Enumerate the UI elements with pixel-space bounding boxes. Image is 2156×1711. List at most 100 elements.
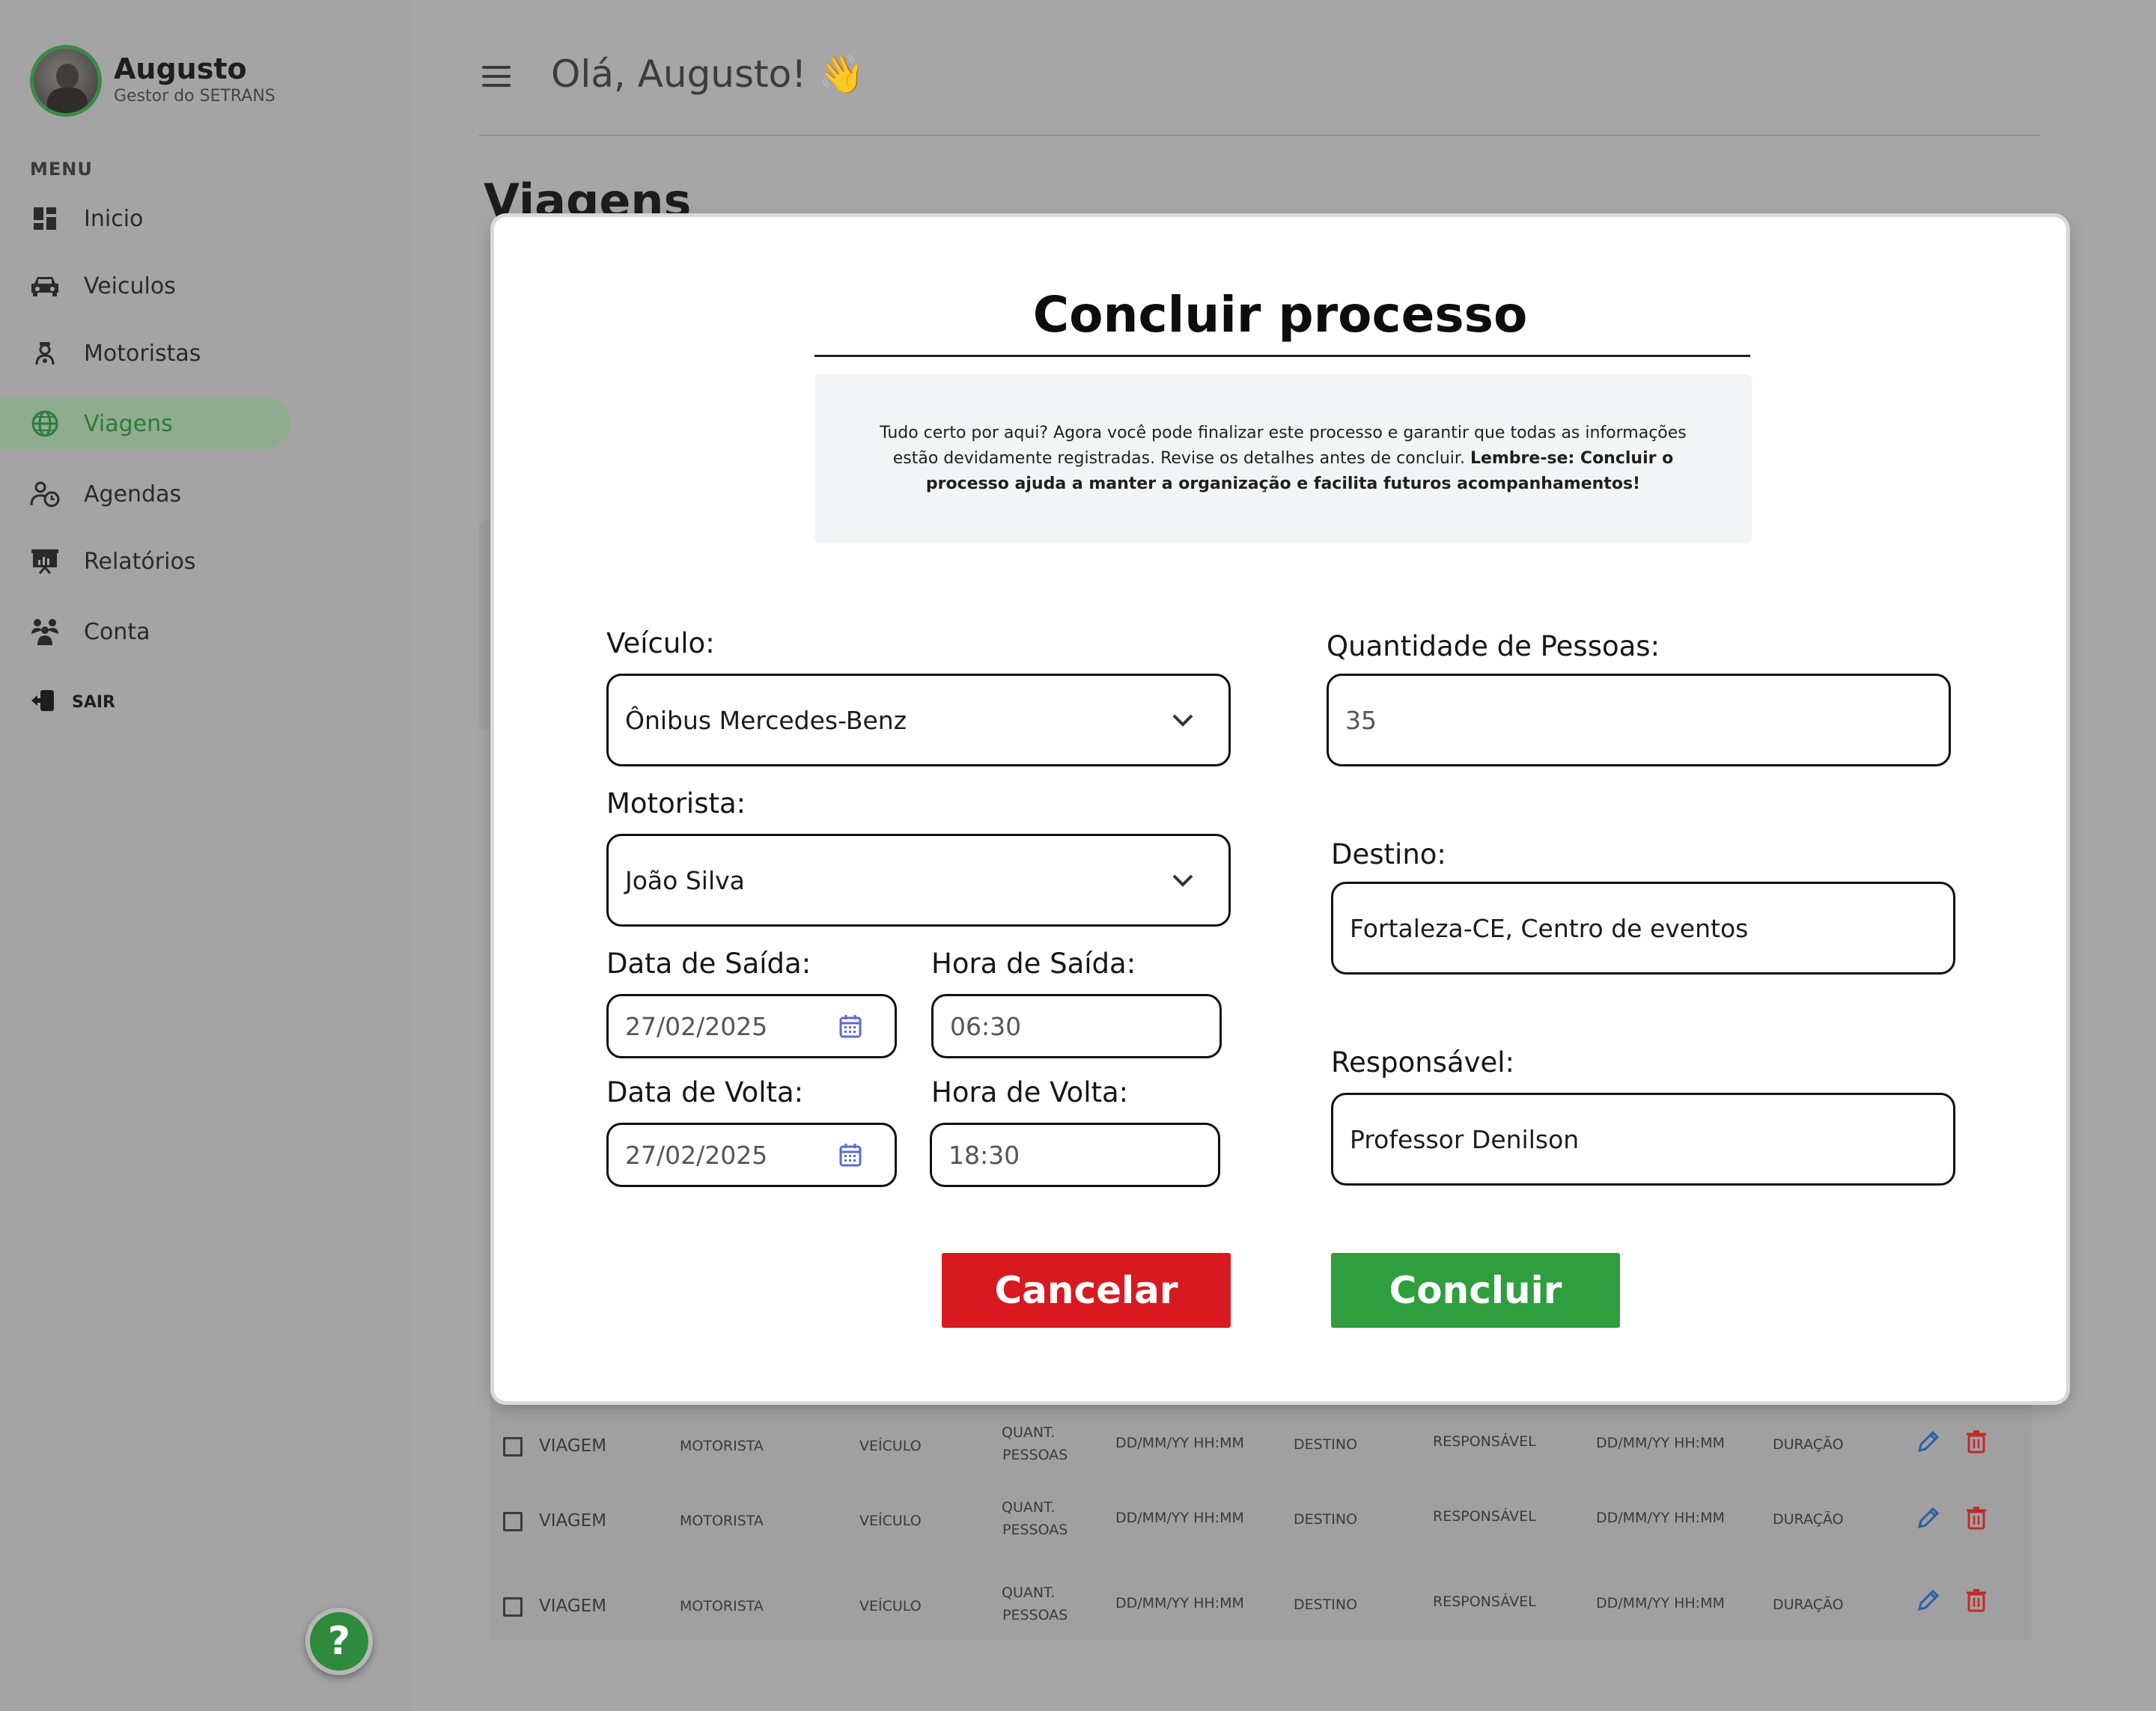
sidebar-item-label: Conta xyxy=(84,618,150,645)
delete-icon[interactable] xyxy=(1963,1428,1990,1455)
hora-volta-value: 18:30 xyxy=(948,1140,1020,1170)
logout-label: SAIR xyxy=(72,692,115,712)
cell-duracao: DURAÇÃO xyxy=(1773,1436,1844,1453)
modal-title: Concluir processo xyxy=(1032,286,1528,344)
data-volta-label: Data de Volta: xyxy=(606,1076,804,1108)
cell-duracao: DURAÇÃO xyxy=(1773,1596,1844,1613)
motorista-value: João Silva xyxy=(625,865,745,895)
cell-viagem: VIAGEM xyxy=(539,1511,607,1531)
hora-saida-input[interactable]: 06:30 xyxy=(931,994,1222,1058)
chevron-down-icon xyxy=(1172,714,1193,727)
veiculo-value: Ônibus Mercedes-Benz xyxy=(625,705,907,735)
cell-volta: DD/MM/YY HH:MM xyxy=(1596,1510,1725,1526)
motorista-label: Motorista: xyxy=(606,787,746,820)
sidebar-item-relatorios[interactable]: Relatórios xyxy=(0,536,290,587)
quantidade-label: Quantidade de Pessoas: xyxy=(1327,630,1660,662)
avatar[interactable] xyxy=(30,45,102,117)
delete-icon[interactable] xyxy=(1963,1504,1990,1531)
edit-icon[interactable] xyxy=(1915,1428,1942,1455)
sidebar-item-conta[interactable]: Conta xyxy=(0,606,290,657)
hora-volta-input[interactable]: 18:30 xyxy=(930,1123,1220,1187)
cell-volta: DD/MM/YY HH:MM xyxy=(1596,1595,1725,1611)
cell-quant: QUANT. xyxy=(1002,1499,1056,1516)
report-icon xyxy=(30,546,60,576)
data-volta-value: 27/02/2025 xyxy=(625,1140,768,1170)
sidebar-item-label: Relatórios xyxy=(84,548,196,575)
cell-destino: DESTINO xyxy=(1294,1596,1358,1613)
row-checkbox[interactable] xyxy=(503,1597,523,1617)
help-button[interactable]: ? xyxy=(305,1608,373,1675)
responsavel-value: Professor Denilson xyxy=(1350,1124,1580,1154)
cell-motorista: MOTORISTA xyxy=(680,1598,764,1614)
edit-icon[interactable] xyxy=(1915,1587,1942,1614)
hora-saida-label: Hora de Saída: xyxy=(931,948,1136,980)
schedule-icon xyxy=(30,479,60,509)
sidebar-item-label: Inicio xyxy=(84,205,144,232)
globe-icon xyxy=(30,409,60,439)
destino-value: Fortaleza-CE, Centro de eventos xyxy=(1350,913,1749,943)
table-row[interactable]: VIAGEM MOTORISTA VEÍCULO QUANT. PESSOAS … xyxy=(490,1394,2032,1468)
data-saida-value: 27/02/2025 xyxy=(625,1011,768,1041)
veiculo-select[interactable]: Ônibus Mercedes-Benz xyxy=(606,674,1231,766)
cell-saida: DD/MM/YY HH:MM xyxy=(1115,1510,1244,1526)
row-checkbox[interactable] xyxy=(503,1437,523,1457)
sidebar: Augusto Gestor do SETRANS MENU Inicio Ve… xyxy=(0,0,412,1711)
hamburger-menu-icon[interactable] xyxy=(482,66,511,87)
logout-icon xyxy=(30,689,57,716)
delete-icon[interactable] xyxy=(1963,1587,1990,1614)
cell-responsavel: RESPONSÁVEL xyxy=(1433,1433,1536,1450)
driver-icon xyxy=(30,338,60,368)
quantidade-value: 35 xyxy=(1345,705,1377,735)
sidebar-item-label: Motoristas xyxy=(84,340,201,367)
veiculo-label: Veículo: xyxy=(606,627,715,659)
sidebar-item-motoristas[interactable]: Motoristas xyxy=(0,328,290,379)
table-row[interactable]: VIAGEM MOTORISTA VEÍCULO QUANT. PESSOAS … xyxy=(490,1555,2032,1630)
cell-pessoas: PESSOAS xyxy=(1002,1522,1068,1538)
user-name: Augusto xyxy=(114,52,247,85)
sidebar-item-label: Veiculos xyxy=(84,272,176,299)
sidebar-item-veiculos[interactable]: Veiculos xyxy=(0,260,290,311)
header-divider xyxy=(479,135,2040,136)
quantidade-input[interactable]: 35 xyxy=(1327,674,1951,766)
logout-button[interactable]: SAIR xyxy=(30,689,115,716)
cell-saida: DD/MM/YY HH:MM xyxy=(1115,1435,1244,1451)
menu-label: MENU xyxy=(30,159,93,180)
cell-veiculo: VEÍCULO xyxy=(859,1438,922,1454)
cell-saida: DD/MM/YY HH:MM xyxy=(1115,1595,1244,1611)
car-icon xyxy=(30,271,60,301)
motorista-select[interactable]: João Silva xyxy=(606,834,1231,927)
data-volta-input[interactable]: 27/02/2025 xyxy=(606,1123,897,1187)
cell-viagem: VIAGEM xyxy=(539,1596,607,1616)
row-checkbox[interactable] xyxy=(503,1512,523,1531)
destino-label: Destino: xyxy=(1331,838,1446,870)
user-role: Gestor do SETRANS xyxy=(114,87,275,106)
cell-volta: DD/MM/YY HH:MM xyxy=(1596,1435,1725,1451)
hora-saida-value: 06:30 xyxy=(950,1011,1022,1041)
data-saida-label: Data de Saída: xyxy=(606,948,811,980)
edit-icon[interactable] xyxy=(1915,1504,1942,1531)
hora-volta-label: Hora de Volta: xyxy=(931,1076,1129,1108)
cell-responsavel: RESPONSÁVEL xyxy=(1433,1593,1536,1610)
sidebar-item-viagens[interactable]: Viagens xyxy=(0,398,290,449)
destino-input[interactable]: Fortaleza-CE, Centro de eventos xyxy=(1331,882,1955,975)
cell-duracao: DURAÇÃO xyxy=(1773,1511,1844,1528)
data-saida-input[interactable]: 27/02/2025 xyxy=(606,994,897,1058)
sidebar-item-inicio[interactable]: Inicio xyxy=(0,193,290,244)
cell-quant: QUANT. xyxy=(1002,1424,1056,1441)
responsavel-label: Responsável: xyxy=(1331,1046,1515,1079)
calendar-icon[interactable] xyxy=(839,1014,862,1038)
cell-pessoas: PESSOAS xyxy=(1002,1607,1068,1623)
cell-destino: DESTINO xyxy=(1294,1511,1358,1528)
title-underline xyxy=(814,355,1750,357)
sidebar-item-label: Viagens xyxy=(84,410,173,437)
table-row[interactable]: VIAGEM MOTORISTA VEÍCULO QUANT. PESSOAS … xyxy=(490,1470,2032,1545)
calendar-icon[interactable] xyxy=(839,1143,862,1167)
cell-motorista: MOTORISTA xyxy=(680,1513,764,1529)
trips-table: VIAGEM MOTORISTA VEÍCULO QUANT. PESSOAS … xyxy=(490,1394,2032,1641)
dashboard-icon xyxy=(30,204,60,234)
sidebar-item-agendas[interactable]: Agendas xyxy=(0,469,290,519)
info-box: Tudo certo por aqui? Agora você pode fin… xyxy=(814,374,1752,543)
cancel-button[interactable]: Cancelar xyxy=(942,1253,1231,1328)
responsavel-input[interactable]: Professor Denilson xyxy=(1331,1093,1955,1186)
conclude-button[interactable]: Concluir xyxy=(1331,1253,1620,1328)
